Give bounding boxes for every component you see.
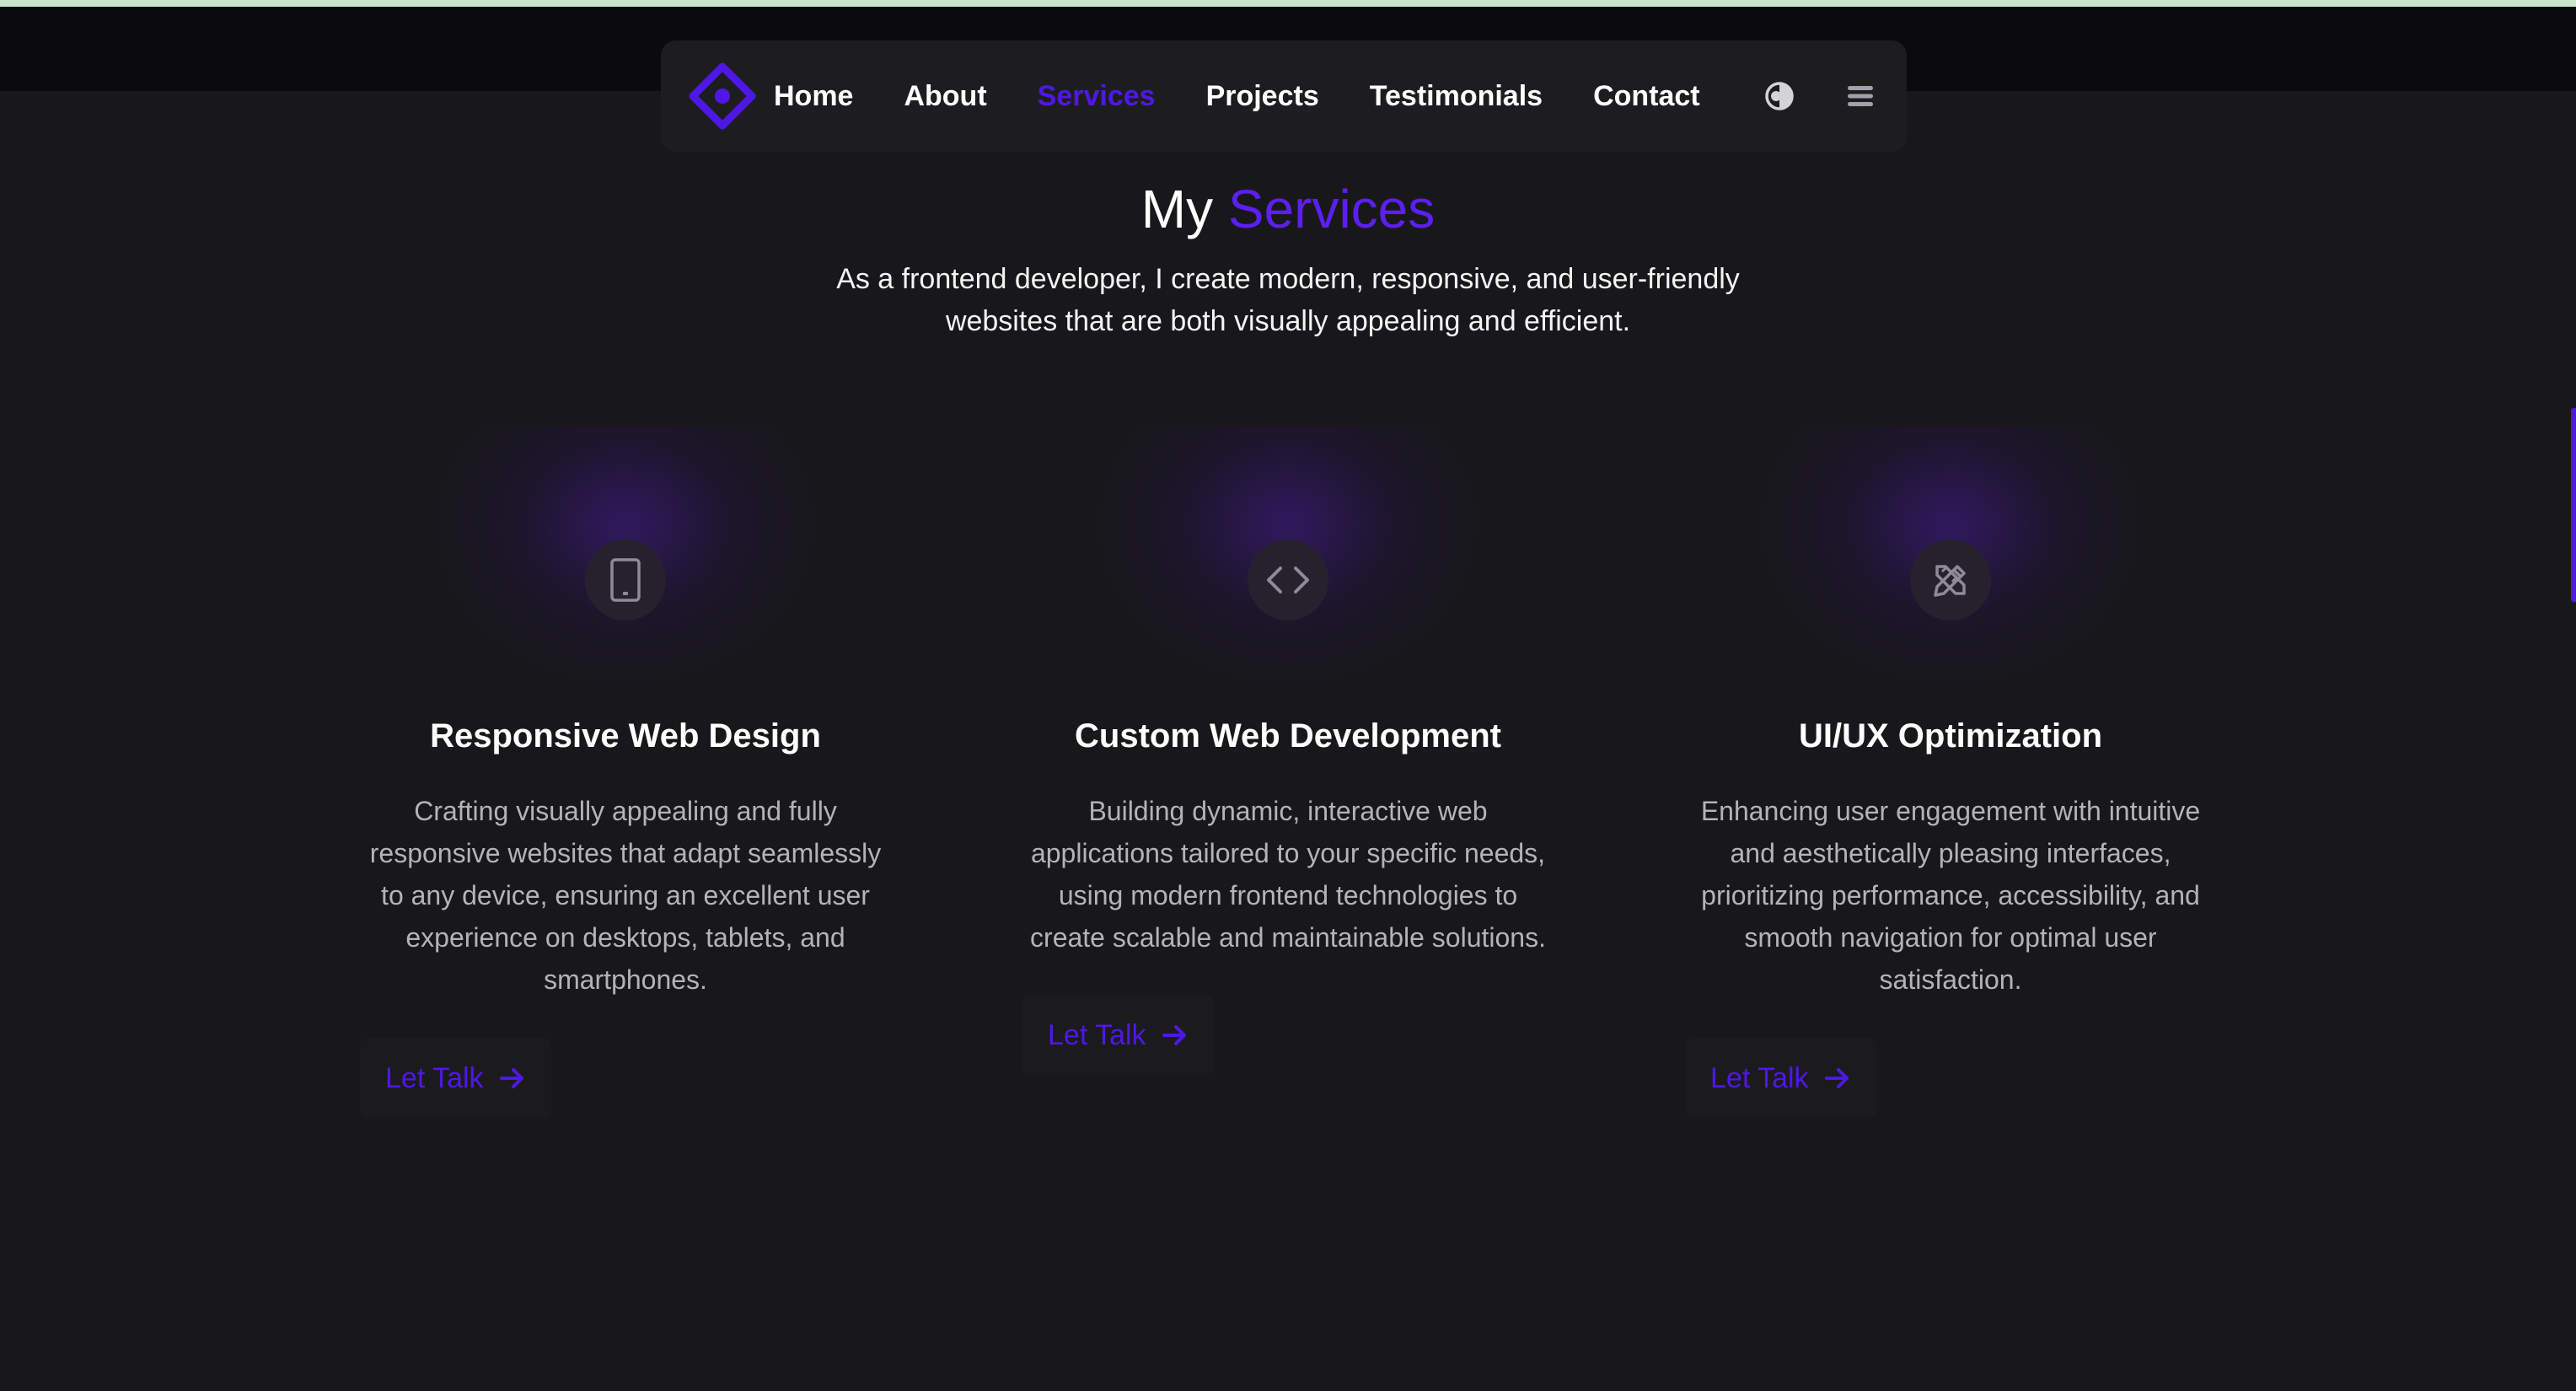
hamburger-icon xyxy=(1847,86,1873,106)
tablet-icon xyxy=(610,558,641,602)
theme-toggle-button[interactable] xyxy=(1763,79,1796,113)
service-card-responsive: Responsive Web Design Crafting visually … xyxy=(335,426,916,1134)
service-card-custom-dev: Custom Web Development Building dynamic,… xyxy=(997,426,1579,1134)
nav-link-home[interactable]: Home xyxy=(774,80,853,113)
top-accent-bar xyxy=(0,0,2576,7)
contrast-icon xyxy=(1764,82,1794,110)
nav-icons xyxy=(1763,79,1877,113)
nav-link-projects[interactable]: Projects xyxy=(1206,80,1319,113)
section-subtitle: As a frontend developer, I create modern… xyxy=(836,263,1740,337)
arrow-right-icon xyxy=(499,1066,526,1091)
cta-label: Let Talk xyxy=(1710,1061,1809,1094)
lets-talk-button[interactable]: Let Talk xyxy=(1685,1038,1876,1119)
nav-link-contact[interactable]: Contact xyxy=(1593,80,1700,113)
section-heading: My Services xyxy=(0,172,2576,246)
logo[interactable] xyxy=(688,62,757,131)
cta-label: Let Talk xyxy=(385,1061,484,1094)
service-icon-wrap xyxy=(585,540,666,620)
lets-talk-button[interactable]: Let Talk xyxy=(1022,995,1214,1076)
menu-button[interactable] xyxy=(1843,79,1877,113)
arrow-right-icon xyxy=(1824,1066,1851,1091)
service-title: Custom Web Development xyxy=(1075,717,1501,755)
heading-prefix: My xyxy=(1140,179,1214,239)
arrow-right-icon xyxy=(1162,1023,1189,1048)
design-tools-icon xyxy=(1934,565,1966,597)
scrollbar-thumb[interactable] xyxy=(2571,408,2576,602)
diamond-logo-icon xyxy=(689,62,756,130)
service-icon-wrap xyxy=(1248,540,1328,620)
nav-link-testimonials[interactable]: Testimonials xyxy=(1370,80,1543,113)
service-card-uiux: UI/UX Optimization Enhancing user engage… xyxy=(1660,426,2241,1134)
navbar: Home About Services Projects Testimonial… xyxy=(661,40,1907,152)
code-icon xyxy=(1267,567,1309,593)
service-description: Enhancing user engagement with intuitive… xyxy=(1700,796,2201,995)
service-description: Crafting visually appealing and fully re… xyxy=(369,796,882,995)
nav-links: Home About Services Projects Testimonial… xyxy=(774,80,1751,113)
service-icon-wrap xyxy=(1910,540,1991,620)
service-description: Building dynamic, interactive web applic… xyxy=(1030,796,1546,953)
service-title: UI/UX Optimization xyxy=(1799,717,2102,755)
nav-link-about[interactable]: About xyxy=(904,80,986,113)
service-title: Responsive Web Design xyxy=(430,717,821,755)
cta-label: Let Talk xyxy=(1048,1018,1146,1051)
heading-accent: Services xyxy=(1227,179,1436,239)
lets-talk-button[interactable]: Let Talk xyxy=(360,1038,551,1119)
nav-link-services[interactable]: Services xyxy=(1038,80,1156,113)
